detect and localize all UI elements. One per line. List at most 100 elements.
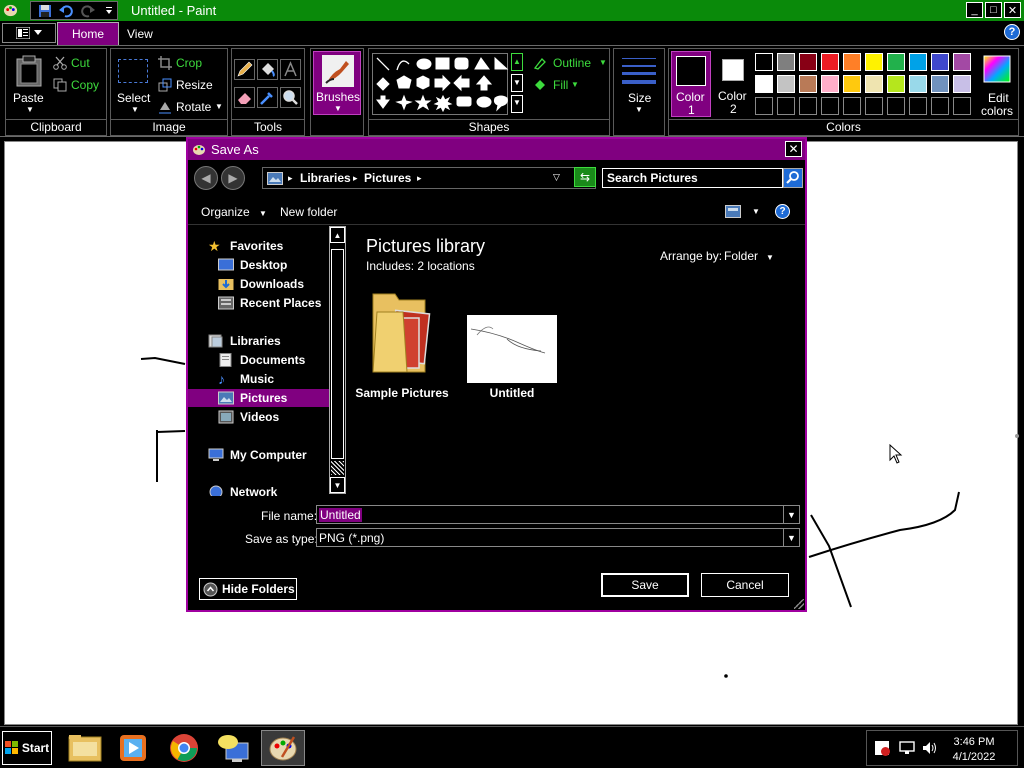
color-swatch[interactable] [777,75,795,93]
nav-item-recent-places[interactable]: Recent Places [188,294,329,312]
view-options-chevron-icon[interactable]: ▼ [752,207,760,216]
search-box[interactable] [602,168,783,188]
empty-color-swatch[interactable] [755,97,773,115]
nav-item-my-computer[interactable]: My Computer [188,446,329,464]
back-button[interactable]: ◀ [194,166,218,190]
clock[interactable]: 3:46 PM 4/1/2022 [949,735,999,765]
color-swatch[interactable] [799,75,817,93]
close-button[interactable]: ✕ [1004,2,1021,18]
magnifier-tool[interactable] [280,87,301,108]
color-swatch[interactable] [865,75,883,93]
minimize-button[interactable]: _ [966,2,983,18]
color-swatch[interactable] [821,53,839,71]
save-as-type-select[interactable]: PNG (*.png) ▼ [316,528,800,547]
tab-home[interactable]: Home [57,22,120,45]
scroll-down-arrow-icon[interactable]: ▼ [330,477,345,493]
text-tool[interactable] [280,59,301,80]
hide-folders-button[interactable]: Hide Folders [199,578,297,600]
edit-colors-button[interactable]: Edit colors [977,51,1017,118]
resize-button[interactable]: Resize [158,77,224,93]
tab-view[interactable]: View [113,22,167,45]
color-swatch[interactable] [931,75,949,93]
color-swatch[interactable] [777,53,795,71]
file-name-value[interactable]: Untitled [319,508,362,522]
color-swatch[interactable] [887,53,905,71]
color-swatch[interactable] [865,53,883,71]
crop-button[interactable]: Crop [158,55,224,71]
resize-grip-icon[interactable] [794,599,804,609]
dialog-help-button[interactable]: ? [775,204,790,219]
nav-item-music[interactable]: ♪ Music [188,370,329,388]
taskbar-paint[interactable] [261,730,305,766]
outline-button[interactable]: Outline ▼ [533,55,607,71]
maximize-button[interactable]: □ [985,2,1002,18]
forward-button[interactable]: ▶ [221,166,245,190]
undo-button[interactable] [59,3,75,19]
taskbar-media-player[interactable] [111,730,155,766]
view-options-icon[interactable] [725,205,741,218]
brushes-button[interactable]: Brushes ▼ [313,51,361,115]
redo-button[interactable] [80,3,96,19]
color-swatch[interactable] [755,75,773,93]
scrollbar-thumb[interactable] [331,249,344,459]
empty-color-swatch[interactable] [843,97,861,115]
color-swatch[interactable] [953,53,971,71]
empty-color-swatch[interactable] [821,97,839,115]
taskbar-network-app[interactable] [211,730,255,766]
new-folder-button[interactable]: New folder [280,205,337,219]
empty-color-swatch[interactable] [931,97,949,115]
nav-item-network[interactable]: Network [188,483,329,496]
taskbar-explorer[interactable] [63,730,107,766]
save-quick-button[interactable] [37,3,53,19]
address-bar[interactable]: ▸ Libraries ▸ Pictures ▸ ▽ [262,167,596,189]
shapes-scroll-up-icon[interactable]: ▲ [511,53,523,71]
address-segment-pictures[interactable]: Pictures [364,171,411,185]
shapes-gallery[interactable] [372,53,509,115]
save-button[interactable]: Save [601,573,689,597]
empty-color-swatch[interactable] [953,97,971,115]
address-chevron-icon[interactable]: ▸ [353,173,358,184]
paint-app-icon[interactable] [3,3,18,18]
fill-tool[interactable] [257,59,278,80]
color-swatch[interactable] [843,53,861,71]
file-name-dropdown-icon[interactable]: ▼ [783,506,799,523]
file-name-combobox[interactable]: Untitled ▼ [316,505,800,524]
search-input[interactable] [607,170,777,186]
nav-item-desktop[interactable]: Desktop [188,256,329,274]
address-root-chevron-icon[interactable]: ▸ [288,173,293,184]
empty-color-swatch[interactable] [887,97,905,115]
color-swatch[interactable] [887,75,905,93]
organize-button[interactable]: Organize ▼ [201,205,267,219]
nav-item-videos[interactable]: Videos [188,408,329,426]
action-center-icon[interactable] [875,741,890,756]
paste-button[interactable]: Paste ▼ [9,53,49,117]
shapes-expand-icon[interactable]: ▼ [511,95,523,113]
customize-qat-button[interactable] [102,3,118,19]
volume-icon[interactable] [922,740,938,756]
cut-button[interactable]: Cut [53,55,103,71]
paint-menu-button[interactable] [2,23,56,43]
navigation-scrollbar[interactable]: ▲ ▼ [329,226,346,494]
shapes-scroll-down-icon[interactable]: ▼ [511,74,523,92]
color-swatch[interactable] [799,53,817,71]
size-button[interactable]: Size ▼ [616,51,662,115]
scroll-up-arrow-icon[interactable]: ▲ [330,227,345,243]
color2-button[interactable]: Color 2 [714,51,754,117]
nav-item-documents[interactable]: Documents [188,351,329,369]
copy-button[interactable]: Copy [53,77,103,93]
color-swatch[interactable] [755,53,773,71]
empty-color-swatch[interactable] [909,97,927,115]
color-swatch[interactable] [909,53,927,71]
eraser-tool[interactable] [234,87,255,108]
fill-button[interactable]: Fill ▼ [533,77,607,93]
empty-color-swatch[interactable] [777,97,795,115]
nav-item-favorites[interactable]: ★ Favorites [188,237,329,255]
color-swatch[interactable] [953,75,971,93]
nav-item-pictures[interactable]: Pictures [188,389,329,407]
search-button[interactable] [783,168,803,188]
nav-item-libraries[interactable]: Libraries [188,332,329,350]
help-button[interactable]: ? [1004,24,1020,40]
start-button[interactable]: Start [2,731,52,765]
address-history-dropdown-icon[interactable]: ▽ [553,172,560,183]
color1-button[interactable]: Color 1 [671,51,711,117]
